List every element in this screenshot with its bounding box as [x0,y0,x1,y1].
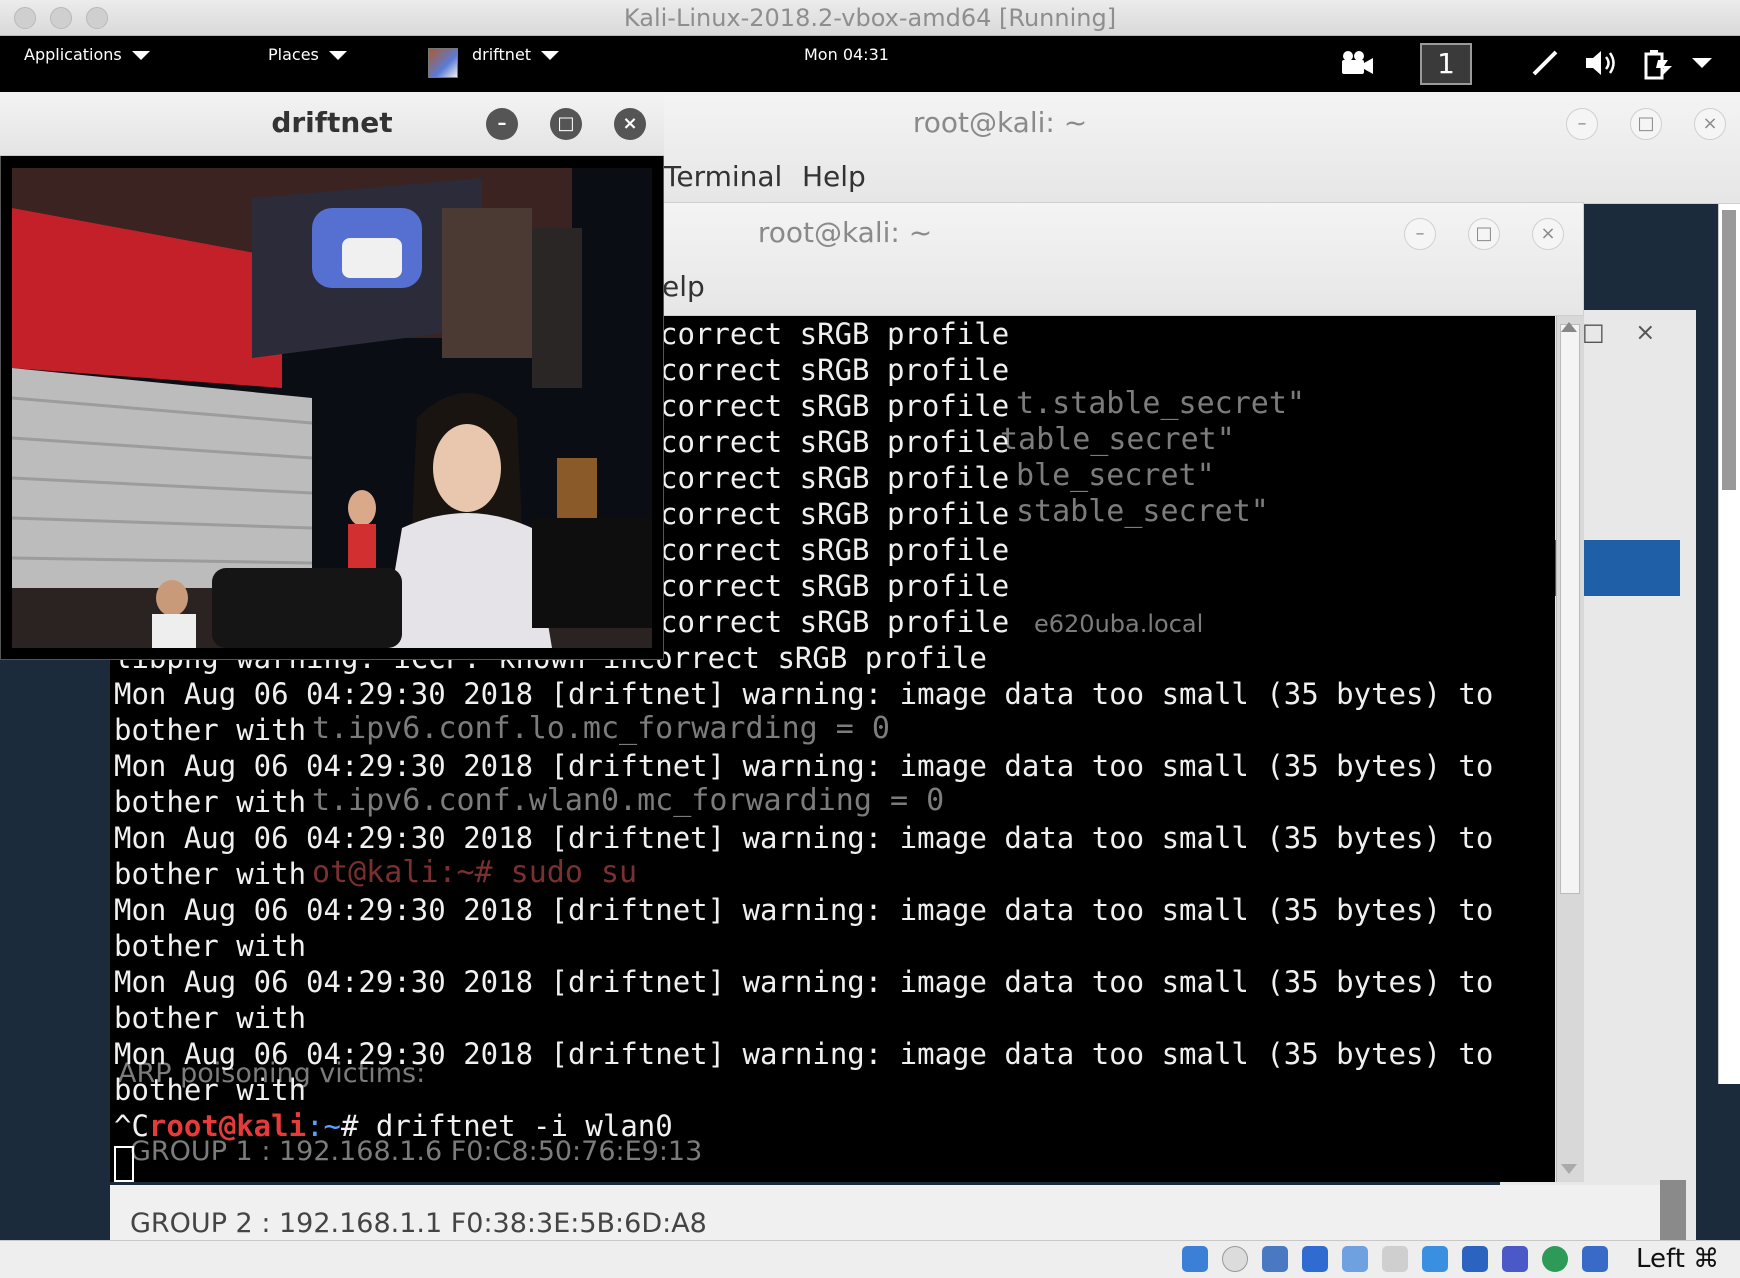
host-key-label: Left ⌘ [1636,1244,1720,1274]
places-label: Places [268,45,319,64]
video-devices-icon[interactable] [1340,50,1374,76]
clock[interactable]: Mon 04:31 [804,45,889,64]
network-icon[interactable] [1302,1246,1328,1272]
driftnet-app-icon [428,48,458,78]
front-menu-help[interactable]: elp [662,270,705,303]
terminal-line: Mon Aug 06 04:29:30 2018 [driftnet] warn… [114,1037,1494,1071]
prompt-command: # driftnet -i wlan0 [340,1109,673,1143]
chevron-down-icon [541,51,560,60]
terminal-line: correct sRGB profile [660,461,1010,495]
terminal-line: correct sRGB profile [660,497,1010,531]
bg-line: table_secret" [1000,422,1235,457]
terminal-cursor [114,1146,134,1182]
video-capture-icon[interactable] [1462,1246,1488,1272]
terminal-line: Mon Aug 06 04:29:30 2018 [driftnet] warn… [114,965,1494,999]
back-scrollbar-thumb[interactable] [1722,210,1736,490]
front-scrollbar-thumb[interactable] [1560,324,1580,894]
back-close-button[interactable]: × [1694,108,1726,140]
terminal-line: correct sRGB profile [660,389,1010,423]
back-minimize-button[interactable]: – [1566,108,1598,140]
terminal-line: correct sRGB profile [660,569,1010,603]
driftnet-minimize-button[interactable]: – [486,108,518,140]
terminal-line: bother with [114,1001,307,1035]
places-menu[interactable]: Places [268,45,347,64]
terminal-line: Mon Aug 06 04:29:30 2018 [driftnet] warn… [114,677,1494,711]
terminal-line: Mon Aug 06 04:29:30 2018 [driftnet] warn… [114,749,1494,783]
host-window-title: Kali-Linux-2018.2-vbox-amd64 [Running] [623,4,1117,32]
bg-line: ble_secret" [1016,458,1215,493]
terminal-line: bother with [114,785,307,819]
prompt-user: root@kali [148,1109,307,1143]
back-maximize-button[interactable]: □ [1630,108,1662,140]
chevron-down-icon [131,51,150,60]
terminal-prompt-line: ^Croot@kali:~# driftnet -i wlan0 [114,1108,673,1144]
bg-line: t.stable_secret" [1016,386,1305,421]
front-minimize-button[interactable]: – [1404,218,1436,250]
bg-line: ot@kali:~# sudo su [312,855,638,890]
cpu-icon[interactable] [1502,1246,1528,1272]
bg-line: e620uba.local [1034,610,1204,638]
front-terminal-title: root@kali: ~ [757,216,933,249]
back-menu-help[interactable]: Help [802,160,866,193]
background-scrollbar[interactable] [1660,1180,1686,1240]
prompt-path: :~ [306,1109,341,1143]
display-icon[interactable] [1422,1246,1448,1272]
pen-icon[interactable] [1530,48,1560,78]
front-close-button[interactable]: × [1532,218,1564,250]
back-menu-terminal[interactable]: Terminal [664,160,782,193]
bg-line: t.ipv6.conf.lo.mc_forwarding = 0 [312,711,890,746]
system-menu-chevron-icon[interactable] [1692,58,1712,68]
cd-icon[interactable] [1222,1246,1248,1272]
volume-icon[interactable] [1584,48,1618,78]
bg-line: t.ipv6.conf.wlan0.mc_forwarding = 0 [312,783,945,818]
mouse-integration-icon[interactable] [1582,1246,1608,1272]
terminal-line: correct sRGB profile [660,317,1010,351]
back-terminal-title: root@kali: ~ [912,106,1088,139]
prompt-ctrl-c: ^C [114,1109,149,1143]
scroll-up-arrow-icon[interactable] [1561,322,1577,332]
applications-label: Applications [24,45,122,64]
audio-icon[interactable] [1262,1246,1288,1272]
terminal-line: correct sRGB profile [660,533,1010,567]
shared-folder-icon[interactable] [1382,1246,1408,1272]
captured-image [12,168,652,648]
terminal-line: Mon Aug 06 04:29:30 2018 [driftnet] warn… [114,893,1494,927]
terminal-line: correct sRGB profile [660,605,1010,639]
chevron-down-icon [328,51,347,60]
terminal-line: correct sRGB profile [660,425,1010,459]
bg-window-controls-faint: □ × [1582,318,1656,346]
active-app-label: driftnet [472,45,532,64]
terminal-line: correct sRGB profile [660,353,1010,387]
bg-group2: GROUP 2 : 192.168.1.1 F0:38:3E:5B:6D:A8 [130,1208,707,1239]
applications-menu[interactable]: Applications [24,45,150,64]
power-battery-icon[interactable] [1640,46,1674,80]
terminal-line: bother with [114,857,307,891]
front-maximize-button[interactable]: □ [1468,218,1500,250]
usb-icon[interactable] [1342,1246,1368,1272]
optical-drive-icon[interactable] [1182,1246,1208,1272]
scroll-down-arrow-icon[interactable] [1561,1164,1577,1174]
terminal-line: bother with [114,713,307,747]
terminal-line: Mon Aug 06 04:29:30 2018 [driftnet] warn… [114,821,1494,855]
driftnet-maximize-button[interactable]: □ [550,108,582,140]
guest-additions-icon[interactable] [1542,1246,1568,1272]
bg-line: stable_secret" [1016,494,1269,529]
active-app-menu[interactable]: driftnet [472,45,560,64]
driftnet-close-button[interactable]: × [614,108,646,140]
terminal-line: bother with [114,929,307,963]
workspace-indicator[interactable]: 1 [1420,43,1472,85]
driftnet-title: driftnet [271,106,393,139]
terminal-line: bother with [114,1073,307,1107]
